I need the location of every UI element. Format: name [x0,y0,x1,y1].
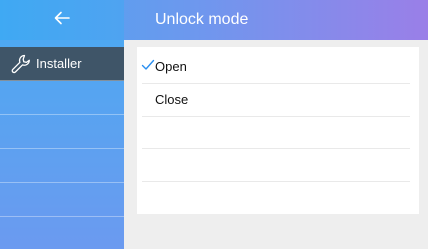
page-title: Unlock mode [155,11,249,28]
top-bar: Unlock mode [0,0,428,40]
options-panel: Open Close [137,47,419,214]
option-close[interactable]: Close [137,83,419,116]
option-label: Open [155,59,187,74]
option-label: Close [155,92,189,107]
back-button[interactable] [0,0,124,40]
sidebar-empty-row [0,115,124,149]
sidebar: Installer [0,40,124,249]
sidebar-empty-row [0,149,124,183]
option-open[interactable]: Open [137,50,419,83]
sidebar-empty-row [0,81,124,115]
sidebar-item-label: Installer [36,56,82,71]
divider [142,116,410,117]
wrench-icon [10,53,32,75]
sidebar-item-installer[interactable]: Installer [0,47,124,81]
divider [142,148,410,149]
divider [142,181,410,182]
checkmark-icon [141,58,155,72]
sidebar-empty-row [0,183,124,217]
arrow-left-icon [54,11,70,30]
